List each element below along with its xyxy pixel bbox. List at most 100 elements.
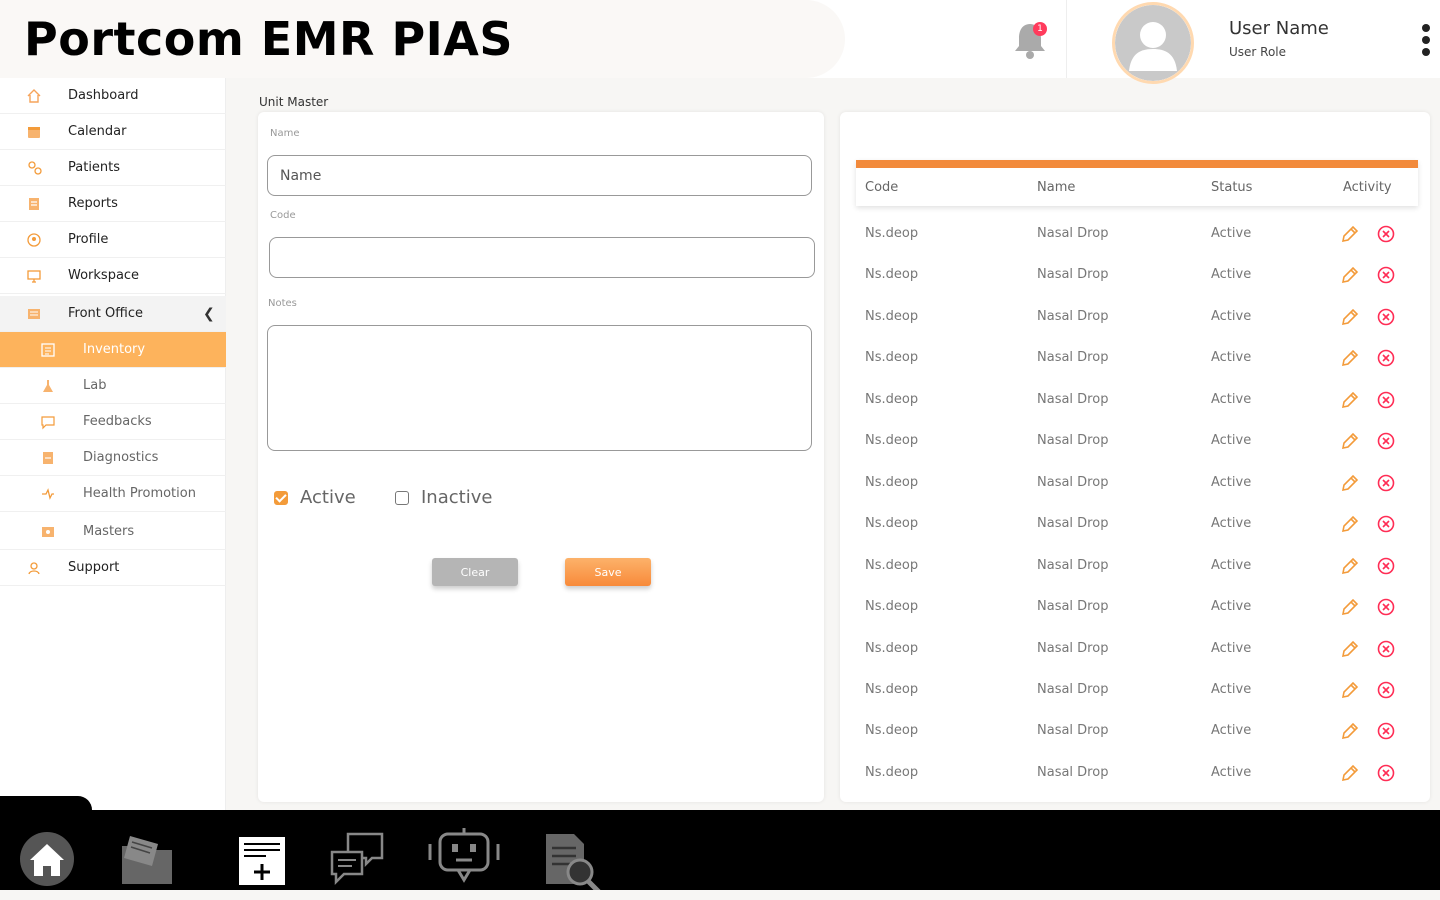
active-label: Active: [300, 487, 356, 508]
medical-record-icon[interactable]: [238, 836, 286, 886]
edit-pencil-icon[interactable]: [1340, 721, 1360, 741]
delete-circle-x-icon[interactable]: [1376, 680, 1396, 700]
sidebar-item-profile[interactable]: Profile: [0, 222, 226, 258]
sidebar-item-label: Masters: [83, 524, 135, 539]
more-options-icon[interactable]: [1418, 24, 1434, 60]
edit-pencil-icon[interactable]: [1340, 224, 1360, 244]
diagnostics-icon: [43, 451, 53, 464]
cell-code: Ns.deop: [865, 516, 919, 531]
save-button[interactable]: Save: [565, 558, 651, 586]
cell-name: Nasal Drop: [1037, 392, 1109, 407]
cell-code: Ns.deop: [865, 599, 919, 614]
cell-code: Ns.deop: [865, 350, 919, 365]
inactive-checkbox-row[interactable]: Inactive: [395, 487, 492, 508]
support-icon: [28, 561, 40, 574]
home-icon[interactable]: [18, 830, 76, 888]
delete-circle-x-icon[interactable]: [1376, 307, 1396, 327]
edit-pencil-icon[interactable]: [1340, 556, 1360, 576]
edit-pencil-icon[interactable]: [1340, 390, 1360, 410]
page-title: Unit Master: [259, 95, 329, 109]
cell-name: Nasal Drop: [1037, 765, 1109, 780]
home-icon: [27, 88, 41, 103]
cell-name: Nasal Drop: [1037, 558, 1109, 573]
delete-circle-x-icon[interactable]: [1376, 473, 1396, 493]
unit-form-card: [258, 112, 824, 802]
profile-icon: [27, 232, 41, 247]
cell-status: Active: [1211, 723, 1252, 738]
sidebar-item-inventory[interactable]: Inventory: [0, 332, 226, 368]
cell-status: Active: [1211, 599, 1252, 614]
sidebar-item-dashboard[interactable]: Dashboard: [0, 78, 226, 114]
user-role: User Role: [1229, 45, 1287, 59]
column-header-activity: Activity: [1343, 180, 1392, 195]
cell-status: Active: [1211, 433, 1252, 448]
delete-circle-x-icon[interactable]: [1376, 639, 1396, 659]
edit-pencil-icon[interactable]: [1340, 514, 1360, 534]
clear-button[interactable]: Clear: [432, 558, 518, 586]
sidebar-item-lab[interactable]: Lab: [0, 368, 226, 404]
edit-pencil-icon[interactable]: [1340, 763, 1360, 783]
code-input[interactable]: [269, 237, 815, 278]
cell-code: Ns.deop: [865, 558, 919, 573]
cell-code: Ns.deop: [865, 723, 919, 738]
delete-circle-x-icon[interactable]: [1376, 390, 1396, 410]
sidebar-item-workspace[interactable]: Workspace: [0, 258, 226, 294]
sidebar-item-label: Patients: [68, 160, 121, 175]
delete-circle-x-icon[interactable]: [1376, 556, 1396, 576]
bottom-dock: [0, 810, 1440, 897]
sidebar-item-front-office[interactable]: Front Office ❮: [0, 296, 226, 332]
cell-name: Nasal Drop: [1037, 682, 1109, 697]
cell-status: Active: [1211, 641, 1252, 656]
sidebar-item-calendar[interactable]: Calendar: [0, 114, 226, 150]
sidebar-item-health-promotion[interactable]: Health Promotion: [0, 476, 226, 512]
edit-pencil-icon[interactable]: [1340, 597, 1360, 617]
sidebar-item-reports[interactable]: Reports: [0, 186, 226, 222]
bot-icon[interactable]: [428, 826, 500, 890]
cell-status: Active: [1211, 765, 1252, 780]
app-header: Portcom EMR PIAS 1 User Name User Role: [0, 0, 1440, 84]
delete-circle-x-icon[interactable]: [1376, 224, 1396, 244]
notes-textarea[interactable]: [267, 325, 812, 451]
notes-label: Notes: [268, 298, 297, 309]
sidebar-item-feedbacks[interactable]: Feedbacks: [0, 404, 226, 440]
edit-pencil-icon[interactable]: [1340, 348, 1360, 368]
active-checkbox-row[interactable]: Active: [274, 487, 356, 508]
sidebar-item-label: Calendar: [68, 124, 127, 139]
cell-name: Nasal Drop: [1037, 516, 1109, 531]
avatar[interactable]: [1112, 2, 1194, 84]
edit-pencil-icon[interactable]: [1340, 307, 1360, 327]
sidebar-item-label: Support: [68, 560, 120, 575]
app-title: Portcom EMR PIAS: [24, 12, 514, 66]
inactive-checkbox[interactable]: [395, 490, 409, 505]
delete-circle-x-icon[interactable]: [1376, 514, 1396, 534]
sidebar-item-support[interactable]: Support: [0, 550, 226, 586]
sidebar-item-patients[interactable]: Patients: [0, 150, 226, 186]
sidebar-item-masters[interactable]: Masters: [0, 514, 226, 550]
edit-pencil-icon[interactable]: [1340, 680, 1360, 700]
column-header-status: Status: [1211, 180, 1253, 195]
delete-circle-x-icon[interactable]: [1376, 348, 1396, 368]
cell-name: Nasal Drop: [1037, 723, 1109, 738]
edit-pencil-icon[interactable]: [1340, 265, 1360, 285]
sidebar-item-diagnostics[interactable]: Diagnostics: [0, 440, 226, 476]
chat-icon[interactable]: [328, 830, 386, 888]
document-search-icon[interactable]: [544, 832, 608, 898]
delete-circle-x-icon[interactable]: [1376, 431, 1396, 451]
delete-circle-x-icon[interactable]: [1376, 721, 1396, 741]
edit-pencil-icon[interactable]: [1340, 473, 1360, 493]
active-checkbox[interactable]: [274, 490, 288, 505]
front-office-icon: [28, 308, 40, 319]
chevron-left-icon[interactable]: ❮: [203, 306, 215, 322]
edit-pencil-icon[interactable]: [1340, 639, 1360, 659]
cell-name: Nasal Drop: [1037, 226, 1109, 241]
sidebar-item-label: Inventory: [83, 342, 146, 357]
delete-circle-x-icon[interactable]: [1376, 265, 1396, 285]
delete-circle-x-icon[interactable]: [1376, 597, 1396, 617]
delete-circle-x-icon[interactable]: [1376, 763, 1396, 783]
folder-icon[interactable]: [118, 832, 176, 886]
name-input[interactable]: [267, 155, 812, 196]
patients-icon: [28, 160, 42, 175]
inventory-icon: [41, 342, 55, 357]
sidebar-item-label: Workspace: [68, 268, 140, 283]
edit-pencil-icon[interactable]: [1340, 431, 1360, 451]
